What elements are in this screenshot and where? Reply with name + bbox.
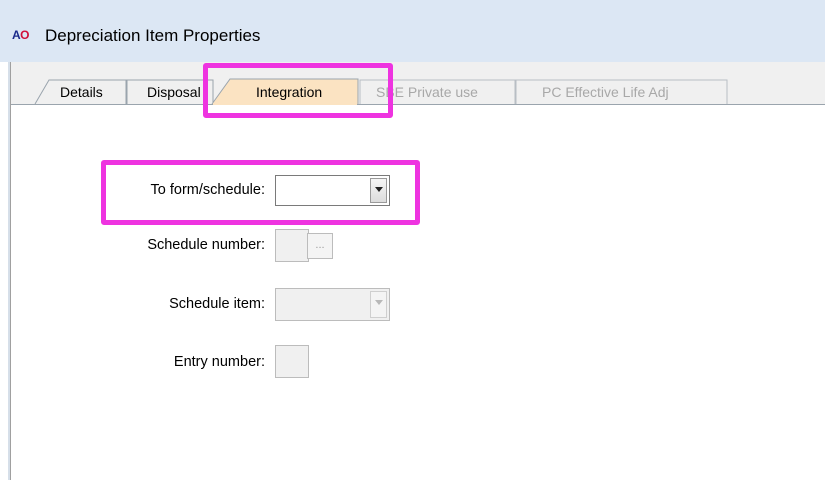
integration-tab-highlight	[203, 63, 393, 118]
schedule-item-combobox	[275, 288, 390, 321]
chevron-down-icon	[375, 300, 383, 305]
tab-pc-effective-life-adj: PC Effective Life Adj	[515, 79, 728, 104]
tab-bar: Details Disposal Integration SBE Private…	[0, 0, 825, 110]
schedule-item-label: Schedule item:	[169, 296, 265, 312]
tab-details[interactable]: Details	[34, 79, 127, 105]
tab-disposal-label: Disposal	[147, 84, 201, 100]
tab-details-label: Details	[60, 84, 103, 100]
schedule-item-dropdown-button	[370, 291, 387, 318]
tab-disposal[interactable]: Disposal	[126, 79, 215, 104]
tab-pc-effective-life-adj-label: PC Effective Life Adj	[542, 84, 669, 100]
entry-number-field	[275, 345, 309, 378]
to-form-schedule-highlight	[101, 160, 420, 225]
schedule-number-label: Schedule number:	[147, 237, 265, 253]
entry-number-label: Entry number:	[173, 354, 265, 370]
schedule-number-browse-button: ...	[307, 233, 333, 259]
schedule-number-field	[275, 229, 309, 262]
